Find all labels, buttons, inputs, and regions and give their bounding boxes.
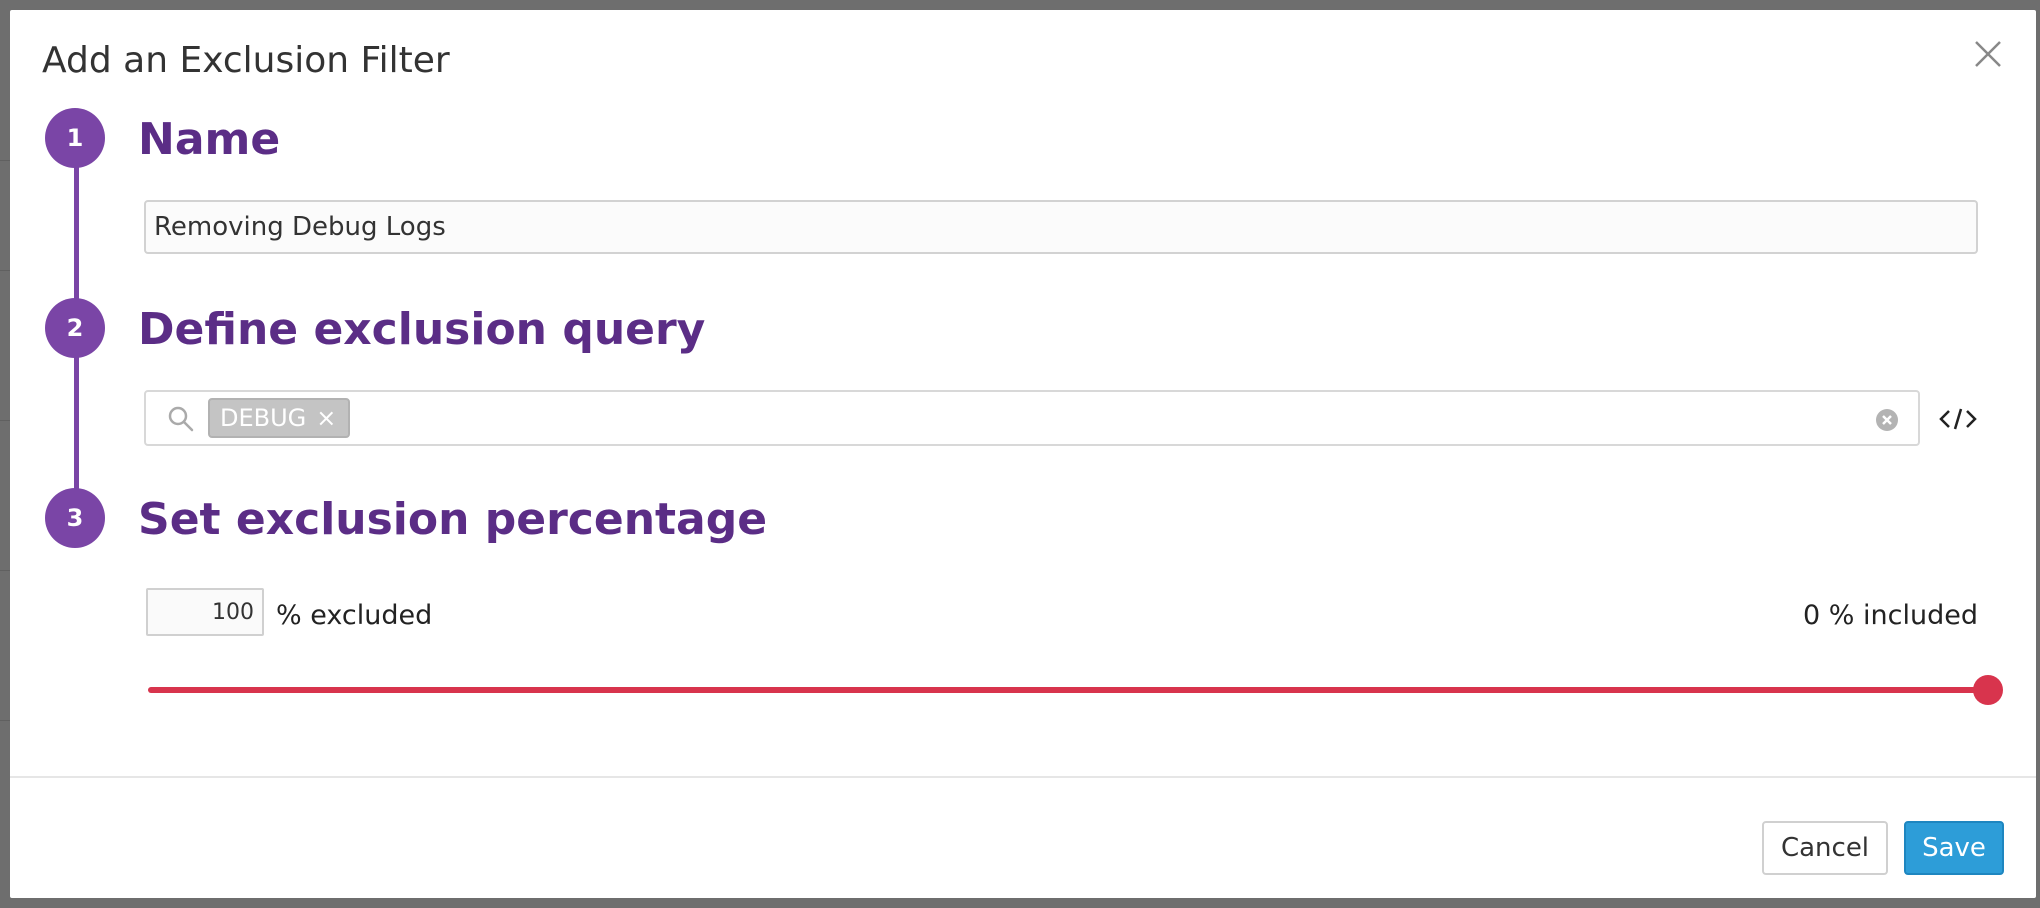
- close-icon[interactable]: [1968, 34, 2008, 74]
- slider-fill: [148, 687, 1988, 693]
- search-icon: [168, 406, 194, 432]
- modal-title: Add an Exclusion Filter: [42, 40, 450, 81]
- excluded-label: % excluded: [276, 600, 433, 631]
- step-1-title: Name: [138, 114, 281, 165]
- step-1-badge: 1: [45, 108, 105, 168]
- slider-handle[interactable]: [1973, 675, 2003, 705]
- clear-query-icon[interactable]: [1874, 407, 1900, 433]
- included-label: 0 % included: [1803, 600, 1978, 631]
- query-tag-label: DEBUG: [220, 404, 307, 432]
- exclusion-percent-input[interactable]: [146, 588, 264, 636]
- tag-remove-icon[interactable]: ×: [316, 404, 336, 432]
- cancel-button[interactable]: Cancel: [1762, 821, 1888, 875]
- step-3-title: Set exclusion percentage: [138, 494, 768, 545]
- filter-name-input[interactable]: [144, 200, 1978, 254]
- exclusion-slider[interactable]: [148, 675, 2003, 705]
- code-icon[interactable]: [1938, 404, 1978, 434]
- step-2-title: Define exclusion query: [138, 304, 706, 355]
- step-2-badge: 2: [45, 298, 105, 358]
- exclusion-filter-modal: Add an Exclusion Filter 1 Name 2 Define …: [10, 10, 2036, 898]
- exclusion-query-input[interactable]: DEBUG ×: [144, 390, 1920, 446]
- footer-divider: [10, 776, 2036, 778]
- query-tag[interactable]: DEBUG ×: [208, 398, 351, 438]
- save-button[interactable]: Save: [1904, 821, 2004, 875]
- step-3-badge: 3: [45, 488, 105, 548]
